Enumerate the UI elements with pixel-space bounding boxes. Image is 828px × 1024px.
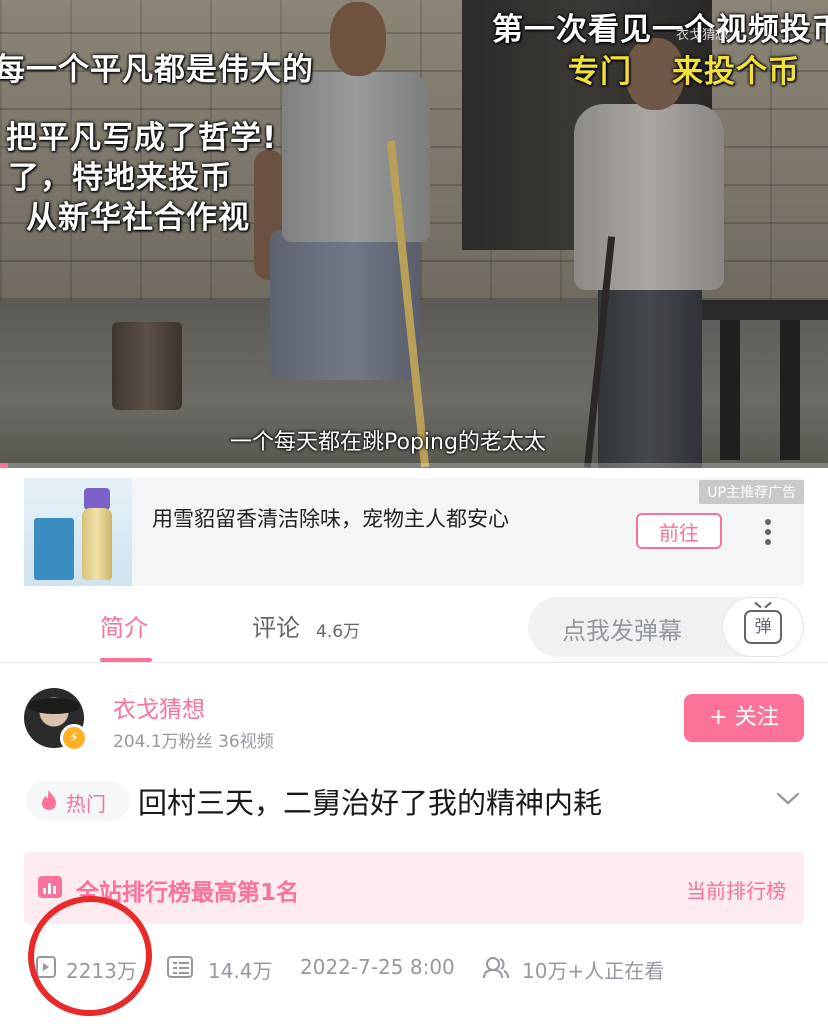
video-frame-stool — [700, 300, 828, 460]
video-progress-bar[interactable] — [0, 463, 828, 468]
ad-go-button[interactable]: 前往 — [636, 513, 722, 549]
tab-comments-count: 4.6万 — [316, 622, 361, 642]
more-options-icon[interactable] — [756, 514, 780, 550]
danmaku-count-icon — [167, 956, 193, 978]
overlay-comment-6a: 专门 — [568, 54, 632, 90]
follow-button[interactable]: + 关注 — [684, 694, 804, 742]
overlay-comment-1: 每一个平凡都是伟大的 — [0, 52, 314, 88]
tab-divider — [0, 662, 828, 663]
current-ranking-link[interactable]: 当前排行榜 — [686, 875, 786, 904]
viewers-icon — [482, 956, 510, 980]
verified-badge-icon: ⚡ — [60, 724, 88, 752]
ranking-chart-icon — [38, 876, 62, 898]
watching-count: 10万+人正在看 — [522, 959, 665, 983]
video-title: 回村三天，二舅治好了我的精神内耗 — [138, 786, 603, 820]
ad-tag: UP主推荐广告 — [699, 480, 804, 504]
danmaku-input[interactable]: 点我发弹幕 弹 — [528, 597, 804, 657]
hot-badge-label: 热门 — [66, 792, 106, 816]
ad-title: 用雪貂留香清洁除味，宠物主人都安心 — [152, 507, 509, 531]
publish-date: 2022-7-25 8:00 — [300, 955, 455, 979]
uploader-stats: 204.1万粉丝 36视频 — [113, 732, 274, 752]
danmaku-count: 14.4万 — [208, 959, 273, 983]
tab-comments[interactable]: 评论 — [252, 608, 300, 643]
overlay-comment-3: 了，特地来投币 — [8, 160, 232, 196]
chevron-down-icon[interactable] — [776, 787, 800, 809]
video-watermark: 衣戈猜想 — [676, 28, 729, 43]
video-frame-bucket — [112, 322, 182, 410]
fire-icon — [40, 789, 58, 816]
hot-badge[interactable]: 热门 — [26, 781, 130, 821]
danmaku-toggle-button[interactable]: 弹 — [722, 597, 804, 657]
overlay-comment-5: 第一次看见一个视频投币 — [492, 12, 828, 48]
danmaku-tv-icon: 弹 — [744, 610, 782, 644]
overlay-comment-6b: 来投个币 — [672, 54, 800, 90]
ad-thumbnail — [24, 478, 132, 586]
danmaku-placeholder: 点我发弹幕 — [562, 617, 682, 645]
ad-card[interactable]: 用雪貂留香清洁除味，宠物主人都安心 UP主推荐广告 前往 — [24, 478, 804, 586]
video-man-legs — [270, 230, 420, 380]
video-man-body — [282, 72, 430, 242]
video-man-head — [330, 2, 386, 76]
video-woman-legs — [598, 286, 702, 468]
video-woman-body — [574, 104, 724, 290]
overlay-comment-4: 从新华社合作视 — [26, 200, 250, 236]
uploader-name[interactable]: 衣戈猜想 — [113, 690, 205, 724]
overlay-comment-2: 把平凡写成了哲学! — [6, 120, 278, 156]
tab-intro[interactable]: 简介 — [100, 608, 148, 643]
ranking-banner[interactable]: 全站排行榜最高第1名 当前排行榜 — [24, 852, 804, 924]
video-subtitle: 一个每天都在跳Poping的老太太 — [230, 430, 546, 455]
video-progress-fill — [0, 463, 9, 468]
video-player[interactable]: 每一个平凡都是伟大的 把平凡写成了哲学! 了，特地来投币 从新华社合作视 第一次… — [0, 0, 828, 468]
